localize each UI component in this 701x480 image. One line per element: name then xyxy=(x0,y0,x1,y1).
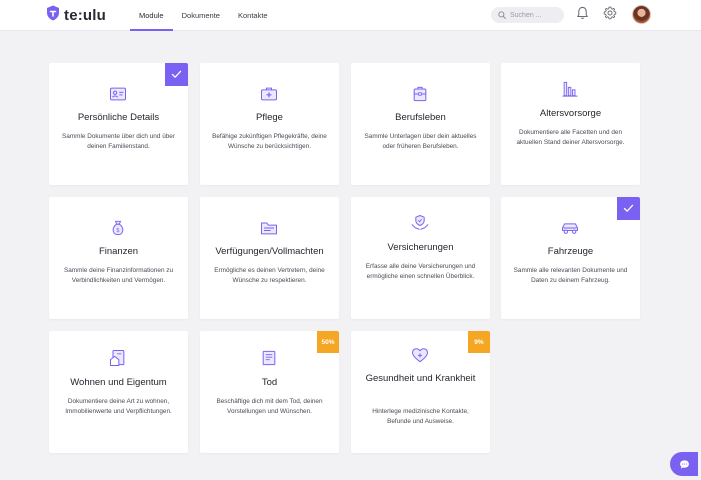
card-title: Versicherungen xyxy=(387,242,454,253)
module-card-versicherungen[interactable]: Versicherungen Erfasse alle deine Versic… xyxy=(351,197,490,319)
folder-icon xyxy=(261,222,277,235)
search-box[interactable] xyxy=(491,7,564,23)
settings-button[interactable] xyxy=(602,6,618,25)
nav-dokumente[interactable]: Dokumente xyxy=(173,0,229,31)
module-card-tod[interactable]: Tod Beschäftige dich mit dem Tod, deinen… xyxy=(200,331,339,453)
heart-shield-icon xyxy=(412,348,428,363)
card-title: Tod xyxy=(261,377,278,388)
top-bar: te:ulu Module Dokumente Kontakte xyxy=(0,0,701,31)
main-nav: Module Dokumente Kontakte xyxy=(130,0,277,31)
id-card-icon xyxy=(110,87,126,101)
nav-module[interactable]: Module xyxy=(130,0,173,31)
house-document-icon xyxy=(110,350,125,366)
logo[interactable]: te:ulu xyxy=(46,5,107,26)
progress-badge: 9% xyxy=(468,331,490,353)
module-card-wohnen-und-eigentum[interactable]: Wohnen und Eigentum Dokumentiere deine A… xyxy=(49,331,188,453)
card-title: Altersvorsorge xyxy=(539,108,602,119)
first-aid-kit-icon xyxy=(261,87,277,101)
progress-badge: 50% xyxy=(317,331,339,353)
briefcase-icon xyxy=(413,86,427,102)
shield-hands-icon xyxy=(411,215,429,230)
avatar[interactable] xyxy=(632,5,651,24)
check-icon xyxy=(171,70,182,78)
car-icon xyxy=(562,223,578,234)
module-card-gesundheit-und-krankheit[interactable]: Gesundheit und Krankheit Hinterlege medi… xyxy=(351,331,490,453)
module-card-verfuegungen-vollmachten[interactable]: Verfügungen/Vollmachten Ermögliche es de… xyxy=(200,197,339,319)
module-card-fahrzeuge[interactable]: Fahrzeuge Sammle alle relevanten Dokumen… xyxy=(501,197,640,319)
card-description: Erfasse alle deine Versicherungen und er… xyxy=(365,263,476,280)
card-description: Sammle Unterlagen über dein aktuelles od… xyxy=(364,133,477,150)
check-icon xyxy=(623,204,634,212)
search-icon xyxy=(498,6,506,24)
card-description: Sammle Dokumente über dich und über dein… xyxy=(62,133,175,150)
gear-icon xyxy=(603,6,617,25)
module-card-berufsleben[interactable]: Berufsleben Sammle Unterlagen über dein … xyxy=(351,63,490,185)
bar-chart-icon xyxy=(562,81,578,97)
card-description: Sammle deine Finanzinformationen zu Verb… xyxy=(63,267,174,284)
svg-text:$: $ xyxy=(116,228,120,234)
card-description: Dokumentiere alle Facetten und den aktue… xyxy=(516,129,625,146)
nav-kontakte[interactable]: Kontakte xyxy=(229,0,277,31)
card-description: Sammle alle relevanten Dokumente und Dat… xyxy=(513,267,628,284)
chat-bubble-icon xyxy=(679,459,689,469)
card-description: Ermögliche es deinen Vertretern, deine W… xyxy=(214,267,325,284)
module-card-persoenliche-details[interactable]: Persönliche Details Sammle Dokumente übe… xyxy=(49,63,188,185)
bell-icon xyxy=(576,6,589,25)
money-bag-icon: $ xyxy=(112,220,124,236)
completed-badge xyxy=(617,197,640,220)
card-description: Hinterlege medizinische Kontakte, Befund… xyxy=(372,408,469,425)
brand-name: te:ulu xyxy=(64,6,107,24)
module-card-finanzen[interactable]: $ Finanzen Sammle deine Finanzinformatio… xyxy=(49,197,188,319)
card-description: Befähige zukünftigen Pflegekräfte, deine… xyxy=(212,133,327,150)
shield-logo-icon xyxy=(46,5,60,26)
card-title: Gesundheit und Krankheit xyxy=(365,373,476,384)
card-title: Fahrzeuge xyxy=(547,246,594,257)
completed-badge xyxy=(165,63,188,86)
search-input[interactable] xyxy=(510,11,560,19)
card-title: Finanzen xyxy=(98,246,139,257)
card-title: Wohnen und Eigentum xyxy=(70,377,167,388)
card-title: Persönliche Details xyxy=(77,112,160,123)
card-description: Dokumentiere deine Art zu wohnen, Immobi… xyxy=(65,398,172,415)
notifications-button[interactable] xyxy=(574,6,590,25)
scroll-icon xyxy=(262,350,276,366)
card-title: Pflege xyxy=(256,112,283,123)
card-description: Beschäftige dich mit dem Tod, deinen Vor… xyxy=(216,398,323,415)
card-title: Verfügungen/Vollmachten xyxy=(215,246,324,257)
module-card-pflege[interactable]: Pflege Befähige zukünftigen Pflegekräfte… xyxy=(200,63,339,185)
card-title: Berufsleben xyxy=(395,112,446,123)
chat-button[interactable] xyxy=(670,452,698,476)
module-card-altersvorsorge[interactable]: Altersvorsorge Dokumentiere alle Facette… xyxy=(501,63,640,185)
